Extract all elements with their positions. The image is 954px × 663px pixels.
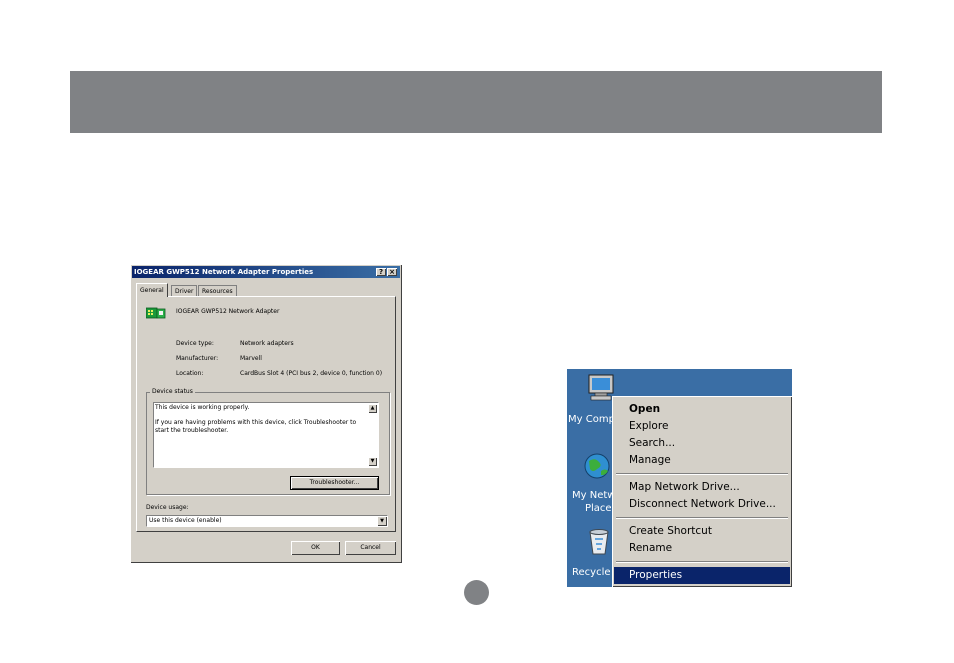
manufacturer-value: Marvell [240,355,262,362]
manufacturer-label: Manufacturer: [176,355,219,362]
help-button[interactable]: ? [376,268,386,276]
location-value: CardBus Slot 4 (PCI bus 2, device 0, fun… [240,370,383,377]
chevron-down-icon[interactable]: ▼ [377,516,387,526]
dialog-title: IOGEAR GWP512 Network Adapter Properties [134,268,314,276]
device-type-label: Device type: [176,340,214,347]
network-places-label-2: Place [585,503,612,514]
menu-separator [616,473,788,475]
page-number-circle [464,580,489,605]
dialog-title-bar[interactable]: IOGEAR GWP512 Network Adapter Properties… [132,266,400,278]
menu-item-open[interactable]: Open [614,401,790,418]
my-computer-label: My Comp [568,414,615,425]
menu-item-rename[interactable]: Rename [614,540,790,557]
location-label: Location: [176,370,204,377]
status-line-2: If you are having problems with this dev… [155,419,357,426]
menu-separator [616,517,788,519]
ok-button[interactable]: OK [291,541,340,555]
tab-general[interactable]: General [136,283,168,297]
device-status-textbox[interactable]: This device is working properly. If you … [153,402,379,468]
scroll-down-icon[interactable]: ▼ [368,457,377,466]
menu-separator [616,561,788,563]
device-usage-label: Device usage: [146,504,189,511]
adapter-properties-dialog: IOGEAR GWP512 Network Adapter Properties… [130,264,402,563]
header-banner [70,71,882,133]
desktop-area: My Comp My Netw Place Recycle Open Explo… [567,369,792,587]
scroll-up-icon[interactable]: ▲ [368,404,377,413]
device-name: IOGEAR GWP512 Network Adapter [176,308,280,315]
menu-item-explore[interactable]: Explore [614,418,790,435]
device-type-value: Network adapters [240,340,294,347]
cancel-button[interactable]: Cancel [345,541,396,555]
network-places-icon[interactable] [583,451,613,481]
device-status-label: Device status [150,388,195,396]
menu-item-search[interactable]: Search... [614,435,790,452]
device-usage-select[interactable]: Use this device (enable) ▼ [146,515,388,527]
device-usage-value: Use this device (enable) [149,517,222,524]
network-adapter-icon [146,307,166,319]
recycle-bin-label: Recycle [572,567,611,578]
menu-item-map-network-drive[interactable]: Map Network Drive... [614,479,790,496]
recycle-bin-icon[interactable] [587,527,611,555]
status-line-1: This device is working properly. [155,404,250,411]
troubleshooter-button[interactable]: Troubleshooter... [290,476,379,490]
menu-item-create-shortcut[interactable]: Create Shortcut [614,523,790,540]
menu-item-manage[interactable]: Manage [614,452,790,469]
context-menu: Open Explore Search... Manage Map Networ… [612,396,792,587]
menu-item-properties[interactable]: Properties [614,567,790,584]
close-button[interactable]: × [387,268,397,276]
status-line-3: start the troubleshooter. [155,427,229,434]
network-places-label-1: My Netw [572,490,616,501]
menu-item-disconnect-network-drive[interactable]: Disconnect Network Drive... [614,496,790,513]
